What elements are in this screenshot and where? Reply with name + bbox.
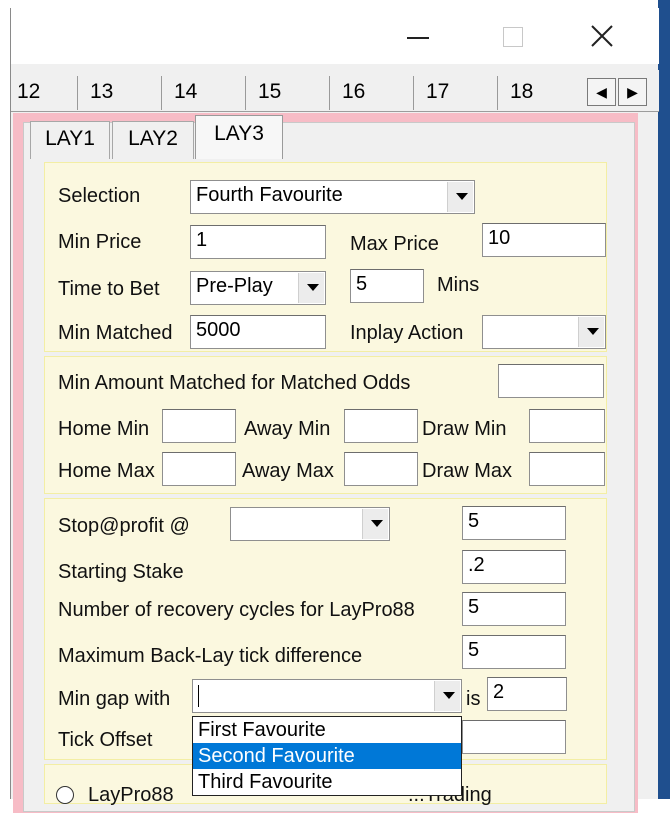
tab-17[interactable]: 17 bbox=[413, 76, 449, 110]
time-to-bet-value: Pre-Play bbox=[196, 275, 273, 297]
tab-scroll-buttons: ◀ ▶ bbox=[587, 78, 649, 106]
inplay-action-dropdown[interactable] bbox=[482, 315, 606, 349]
option-first-favourite[interactable]: First Favourite bbox=[193, 717, 461, 743]
min-matched-input[interactable]: 5000 bbox=[190, 315, 326, 349]
matched-odds-input[interactable] bbox=[498, 364, 604, 398]
scroll-right-button[interactable]: ▶ bbox=[618, 78, 647, 106]
draw-min-input[interactable] bbox=[529, 409, 605, 443]
tab-lay2[interactable]: LAY2 bbox=[112, 121, 194, 159]
stop-profit-label: Stop@profit @ bbox=[58, 515, 190, 537]
tab-label: LAY3 bbox=[214, 122, 264, 145]
tick-difference-label: Maximum Back-Lay tick difference bbox=[58, 645, 363, 667]
tick-difference-input[interactable]: 5 bbox=[462, 635, 566, 669]
title-bar bbox=[11, 8, 659, 64]
tab-lay1[interactable]: LAY1 bbox=[30, 121, 110, 159]
recovery-cycles-input[interactable]: 5 bbox=[462, 592, 566, 626]
tab-18[interactable]: 18 bbox=[497, 76, 587, 110]
time-to-bet-label: Time to Bet bbox=[58, 278, 160, 300]
tab-label: 18 bbox=[510, 80, 534, 103]
tab-label: 12 bbox=[17, 80, 41, 103]
stop-profit-input[interactable]: 5 bbox=[462, 506, 566, 540]
draw-min-label: Draw Min bbox=[422, 418, 507, 440]
tab-label: 15 bbox=[258, 80, 282, 103]
min-gap-dropdown-list: First Favourite Second Favourite Third F… bbox=[192, 716, 462, 796]
tab-16[interactable]: 16 bbox=[329, 76, 365, 110]
tab-label: LAY1 bbox=[45, 127, 95, 150]
home-max-input[interactable] bbox=[162, 452, 236, 486]
chevron-right-icon: ▶ bbox=[627, 84, 638, 100]
chevron-down-icon[interactable] bbox=[362, 509, 388, 539]
min-matched-label: Min Matched bbox=[58, 322, 173, 344]
matched-odds-heading: Min Amount Matched for Matched Odds bbox=[58, 372, 411, 394]
chevron-down-icon[interactable] bbox=[578, 317, 604, 347]
selection-label: Selection bbox=[58, 185, 141, 207]
chevron-left-icon: ◀ bbox=[596, 84, 607, 100]
starting-stake-label: Starting Stake bbox=[58, 561, 184, 583]
inplay-action-label: Inplay Action bbox=[350, 322, 464, 344]
time-to-bet-dropdown[interactable]: Pre-Play bbox=[190, 271, 326, 305]
min-gap-value-input[interactable]: 2 bbox=[487, 677, 567, 711]
tick-offset-input[interactable] bbox=[462, 720, 566, 754]
mins-label: Mins bbox=[437, 274, 480, 296]
tab-13[interactable]: 13 bbox=[77, 76, 113, 110]
tab-label: 17 bbox=[426, 80, 450, 103]
min-gap-label: Min gap with bbox=[58, 688, 171, 710]
numbered-tab-strip: 12 13 14 15 16 17 18 ◀ ▶ bbox=[11, 70, 659, 112]
laypro88-radio[interactable] bbox=[56, 786, 74, 804]
max-price-label: Max Price bbox=[350, 233, 439, 255]
away-min-label: Away Min bbox=[244, 418, 331, 440]
scroll-left-button[interactable]: ◀ bbox=[587, 78, 616, 106]
laypro88-radio-label: LayPro88 bbox=[88, 784, 174, 806]
tab-12[interactable]: 12 bbox=[11, 76, 40, 110]
recovery-cycles-label: Number of recovery cycles for LayPro88 bbox=[58, 599, 415, 621]
tab-14[interactable]: 14 bbox=[161, 76, 197, 110]
option-third-favourite[interactable]: Third Favourite bbox=[193, 769, 461, 795]
text-cursor bbox=[198, 685, 199, 707]
draw-max-input[interactable] bbox=[529, 452, 605, 486]
desktop-background bbox=[658, 0, 670, 799]
close-button[interactable] bbox=[559, 8, 639, 64]
close-icon bbox=[591, 25, 613, 47]
selection-dropdown[interactable]: Fourth Favourite bbox=[190, 180, 475, 214]
away-max-label: Away Max bbox=[242, 460, 334, 482]
max-price-input[interactable]: 10 bbox=[482, 223, 606, 257]
tab-label: 16 bbox=[342, 80, 366, 103]
tab-label: 14 bbox=[174, 80, 198, 103]
home-max-label: Home Max bbox=[58, 460, 155, 482]
away-max-input[interactable] bbox=[344, 452, 418, 486]
home-min-label: Home Min bbox=[58, 418, 150, 440]
min-price-input[interactable]: 1 bbox=[190, 225, 326, 259]
min-price-label: Min Price bbox=[58, 231, 142, 253]
maximize-button[interactable] bbox=[473, 8, 553, 64]
chevron-down-icon[interactable] bbox=[447, 182, 473, 212]
selection-value: Fourth Favourite bbox=[196, 184, 343, 206]
away-min-input[interactable] bbox=[344, 409, 418, 443]
tab-label: 13 bbox=[90, 80, 114, 103]
chevron-down-icon[interactable] bbox=[434, 681, 460, 711]
starting-stake-input[interactable]: .2 bbox=[462, 550, 566, 584]
tab-15[interactable]: 15 bbox=[245, 76, 281, 110]
min-gap-dropdown[interactable] bbox=[192, 679, 462, 713]
home-min-input[interactable] bbox=[162, 409, 236, 443]
option-second-favourite[interactable]: Second Favourite bbox=[193, 743, 461, 769]
tab-label: LAY2 bbox=[128, 127, 178, 150]
chevron-down-icon[interactable] bbox=[298, 273, 324, 303]
draw-max-label: Draw Max bbox=[422, 460, 513, 482]
is-label: is bbox=[466, 688, 481, 710]
tab-lay3[interactable]: LAY3 bbox=[195, 115, 283, 159]
mins-input[interactable]: 5 bbox=[350, 269, 424, 303]
minimize-button[interactable] bbox=[373, 8, 453, 64]
tick-offset-label: Tick Offset bbox=[58, 729, 153, 751]
stop-profit-dropdown[interactable] bbox=[230, 507, 390, 541]
